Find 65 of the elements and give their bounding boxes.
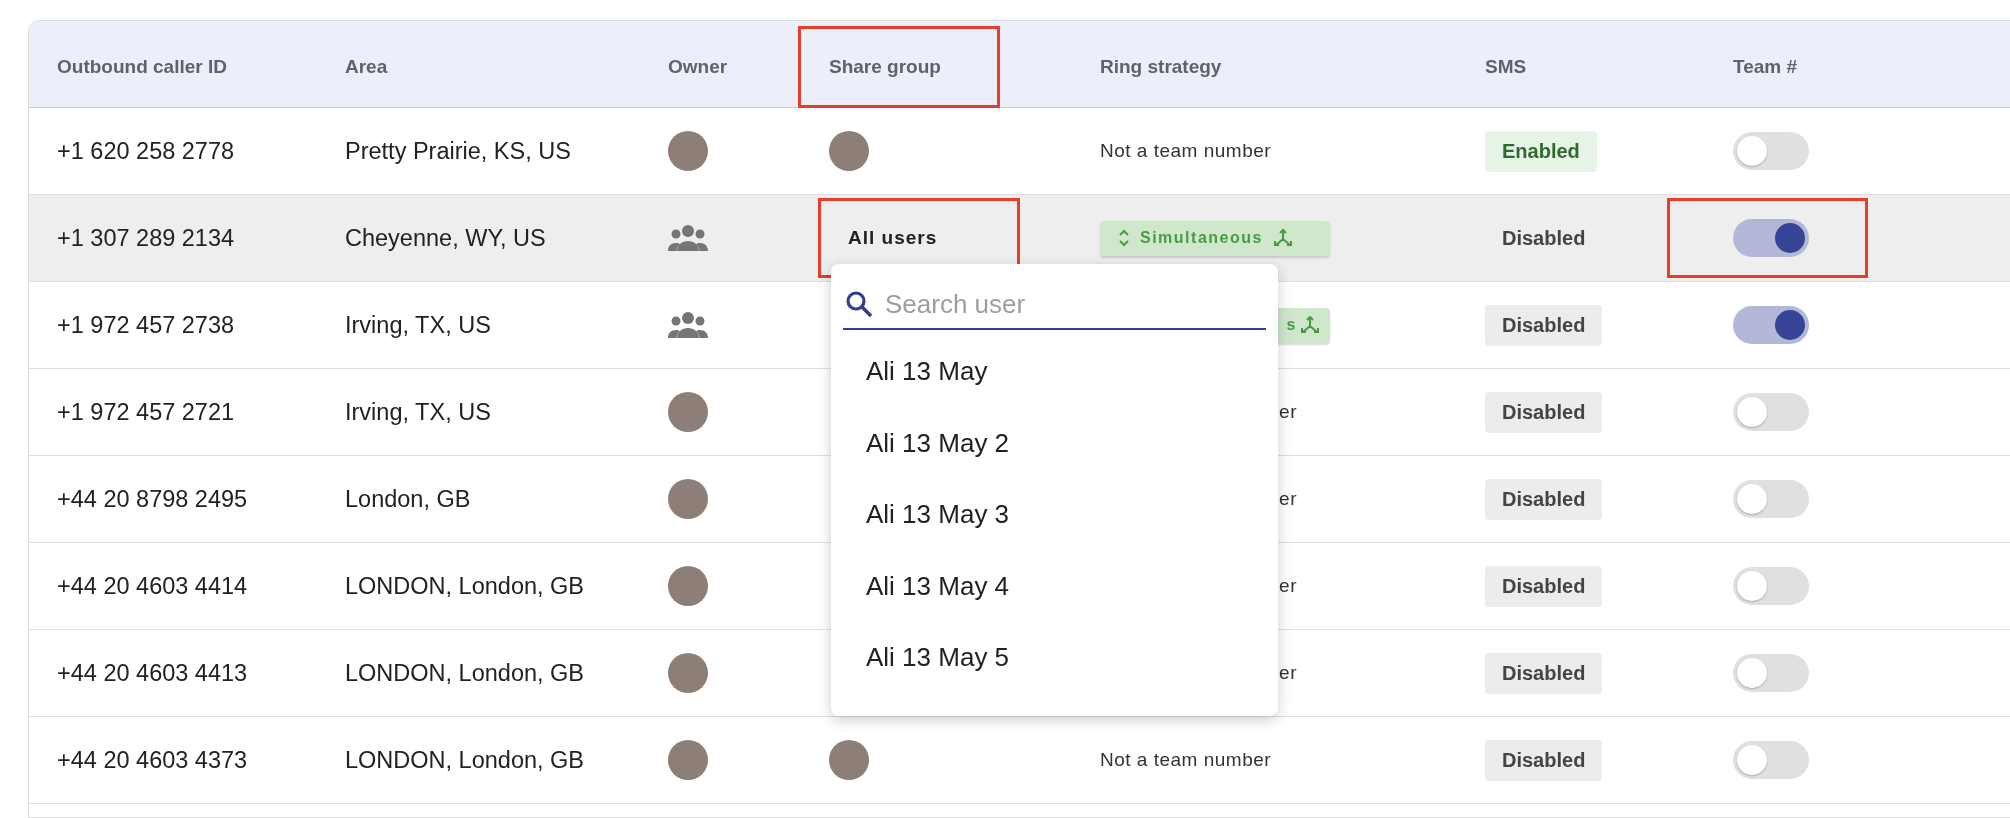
dropdown-item[interactable]: Ali 13 May 5 (843, 622, 1266, 694)
ring-strategy-text: er (1278, 488, 1297, 510)
group-icon (668, 225, 708, 251)
column-header[interactable]: Outbound caller ID (29, 26, 230, 108)
sms-status: Disabled (1485, 565, 1603, 607)
photo-placeholder (668, 740, 708, 780)
area-text: Irving, TX, US (345, 311, 491, 339)
column-header[interactable]: Area (314, 26, 516, 108)
photo-placeholder (829, 740, 869, 780)
ring-strategy-text: Not a team number (1100, 140, 1273, 162)
caller-id: +1 972 457 2738 (57, 311, 235, 339)
sms-status: Disabled (1485, 478, 1603, 520)
area-text: LONDON, London, GB (345, 572, 585, 600)
area-text: LONDON, London, GB (345, 746, 585, 774)
photo-placeholder (668, 479, 708, 519)
caller-id: +44 20 4603 4373 (57, 746, 248, 774)
column-header[interactable]: Team # (1702, 26, 1904, 108)
dropdown-item[interactable]: Ali 13 May 4 (843, 550, 1266, 622)
search-field[interactable]: Search user (883, 287, 1266, 321)
photo-placeholder (668, 653, 708, 693)
area-text: LONDON, London, GB (345, 659, 585, 687)
sms-status: Disabled (1485, 391, 1603, 433)
ring-strategy-chip[interactable]: Simultaneous (1100, 220, 1330, 256)
toggle-switch[interactable] (1733, 654, 1809, 692)
caller-id: +1 972 457 2721 (57, 398, 235, 426)
sms-status: Disabled (1485, 304, 1603, 346)
column-header[interactable]: SMS (1454, 26, 1656, 108)
area-text: Cheyenne, WY, US (345, 224, 546, 252)
sms-status: Enabled (1485, 130, 1597, 172)
photo-placeholder (668, 131, 708, 171)
column-header[interactable]: Share group (798, 26, 1000, 108)
search-icon (845, 290, 873, 318)
area-text: Irving, TX, US (345, 398, 491, 426)
chevron-up-down-icon (1118, 228, 1130, 248)
toggle-switch[interactable] (1733, 132, 1809, 170)
caller-id: +44 20 4603 4413 (57, 659, 248, 687)
dropdown-item[interactable]: Ali 13 May (843, 336, 1266, 408)
dropdown-item[interactable]: Ali 13 May 3 (843, 479, 1266, 551)
toggle-switch[interactable] (1733, 480, 1809, 518)
caller-id: +44 20 4603 4414 (57, 572, 248, 600)
ring-strategy-text: er (1278, 662, 1297, 684)
photo-placeholder (668, 392, 708, 432)
share-group-text[interactable]: All users (848, 227, 938, 249)
sms-status: Disabled (1485, 652, 1603, 694)
group-icon (668, 312, 708, 338)
toggle-switch[interactable] (1733, 219, 1809, 257)
caller-id: +1 307 289 2134 (57, 224, 235, 252)
ring-strategy-text: Not a team number (1100, 749, 1273, 771)
photo-placeholder (829, 131, 869, 171)
ring-strategy-text: er (1278, 401, 1297, 423)
caller-id: +44 20 8798 2495 (57, 485, 248, 513)
column-header[interactable]: Ring strategy (1069, 26, 1271, 108)
split-arrows-icon (1300, 315, 1320, 335)
split-arrows-icon (1272, 228, 1293, 248)
sms-status: Disabled (1485, 739, 1603, 781)
toggle-switch[interactable] (1733, 567, 1809, 605)
dropdown-item[interactable]: Ali 13 May 2 (843, 407, 1266, 479)
area-text: London, GB (345, 485, 471, 513)
caller-id: +1 620 258 2778 (57, 137, 235, 165)
area-text: Pretty Prairie, KS, US (345, 137, 571, 165)
toggle-switch[interactable] (1733, 306, 1809, 344)
toggle-switch[interactable] (1733, 393, 1809, 431)
toggle-switch[interactable] (1733, 741, 1809, 779)
ring-strategy-text: er (1278, 575, 1297, 597)
photo-placeholder (668, 566, 708, 606)
